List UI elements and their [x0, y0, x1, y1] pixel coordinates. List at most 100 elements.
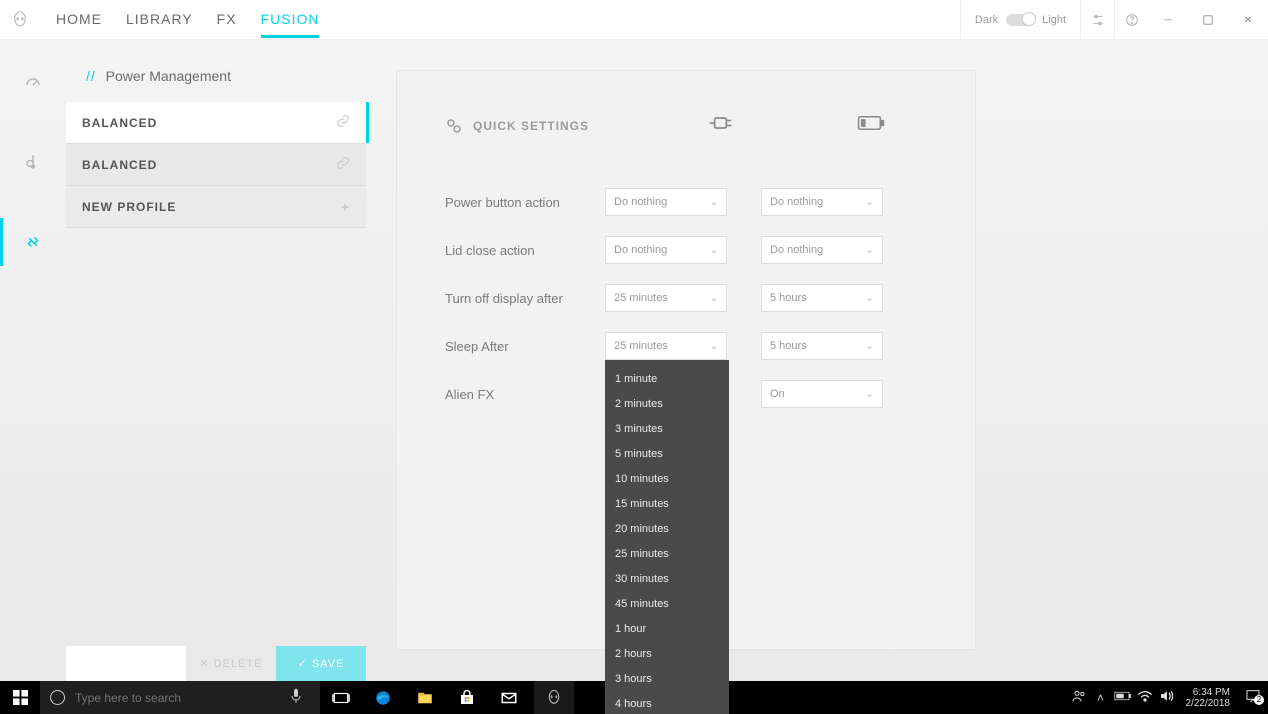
chevron-down-icon: ⌄ — [710, 293, 718, 304]
dropdown-option[interactable]: 25 minutes — [605, 541, 729, 566]
taskbar-alienware-app[interactable] — [534, 681, 574, 714]
breadcrumb-title: Power Management — [106, 68, 231, 84]
main-area: // Power Management BALANCED BALANCED NE… — [0, 40, 1268, 681]
profile-list: BALANCED BALANCED NEW PROFILE + — [66, 102, 366, 228]
main-tabs: HOME LIBRARY FX FUSION — [56, 1, 319, 38]
select-sleep-after-ac[interactable]: 25 minutes⌄ 1 minute2 minutes3 minutes5 … — [605, 332, 727, 360]
taskbar-edge-icon[interactable] — [362, 681, 404, 714]
profile-row-balanced-2[interactable]: BALANCED — [66, 144, 366, 186]
category-thermal-icon[interactable] — [0, 142, 66, 182]
tab-library[interactable]: LIBRARY — [126, 1, 193, 38]
sleep-after-dropdown: 1 minute2 minutes3 minutes5 minutes10 mi… — [605, 360, 729, 714]
quick-settings-card: QUICK SETTINGS Power button action Do — [396, 70, 976, 650]
tray-clock[interactable]: 6:34 PM 2/22/2018 — [1178, 687, 1239, 709]
taskbar-explorer-icon[interactable] — [404, 681, 446, 714]
chevron-down-icon: ⌄ — [710, 245, 718, 256]
dropdown-option[interactable]: 3 minutes — [605, 416, 729, 441]
system-tray: ˄ 6:34 PM 2/22/2018 2 — [1068, 681, 1268, 714]
tab-fusion[interactable]: FUSION — [261, 1, 320, 38]
quick-settings-title: QUICK SETTINGS — [445, 117, 589, 135]
help-icon[interactable] — [1114, 0, 1148, 40]
breadcrumb: // Power Management — [66, 62, 366, 102]
dropdown-option[interactable]: 2 hours — [605, 641, 729, 666]
dropdown-option[interactable]: 2 minutes — [605, 391, 729, 416]
window-maximize-button[interactable] — [1188, 0, 1228, 40]
dropdown-option[interactable]: 1 hour — [605, 616, 729, 641]
chevron-down-icon: ⌄ — [866, 389, 874, 400]
task-view-icon[interactable] — [320, 681, 362, 714]
category-power-icon[interactable] — [0, 222, 66, 262]
dropdown-option[interactable]: 10 minutes — [605, 466, 729, 491]
sidebar: // Power Management BALANCED BALANCED NE… — [66, 40, 366, 681]
category-overclock-icon[interactable] — [0, 62, 66, 102]
cortana-icon — [50, 690, 65, 705]
tray-chevron-up-icon[interactable]: ˄ — [1090, 691, 1112, 705]
window-minimize-button[interactable]: ─ — [1148, 0, 1188, 40]
delete-button[interactable]: ✕DELETE — [186, 646, 276, 681]
select-sleep-after-bat[interactable]: 5 hours⌄ — [761, 332, 883, 360]
settings-grid: Power button action Do nothing⌄ Do nothi… — [445, 178, 927, 418]
theme-toggle[interactable]: Dark Light — [960, 0, 1080, 40]
select-display-off-ac[interactable]: 25 minutes⌄ — [605, 284, 727, 312]
link-icon[interactable] — [336, 156, 350, 173]
select-power-button-bat[interactable]: Do nothing⌄ — [761, 188, 883, 216]
chevron-down-icon: ⌄ — [866, 197, 874, 208]
app-titlebar: HOME LIBRARY FX FUSION Dark Light ─ ✕ — [0, 0, 1268, 40]
dropdown-option[interactable]: 4 hours — [605, 691, 729, 714]
tab-home[interactable]: HOME — [56, 1, 102, 38]
setting-label: Power button action — [445, 195, 605, 210]
window-close-button[interactable]: ✕ — [1228, 0, 1268, 40]
row-sleep-after: Sleep After 25 minutes⌄ 1 minute2 minute… — [445, 322, 927, 370]
tray-volume-icon[interactable] — [1156, 689, 1178, 706]
row-lid-close: Lid close action Do nothing⌄ Do nothing⌄ — [445, 226, 927, 274]
link-icon[interactable] — [336, 114, 350, 131]
dropdown-option[interactable]: 30 minutes — [605, 566, 729, 591]
chevron-down-icon: ⌄ — [866, 245, 874, 256]
dropdown-option[interactable]: 45 minutes — [605, 591, 729, 616]
select-lid-close-ac[interactable]: Do nothing⌄ — [605, 236, 727, 264]
tray-wifi-icon[interactable] — [1134, 689, 1156, 706]
mic-icon[interactable] — [282, 688, 310, 707]
search-input[interactable] — [75, 691, 272, 705]
tray-battery-icon[interactable] — [1112, 690, 1134, 705]
setting-label: Sleep After — [445, 339, 605, 354]
select-power-button-ac[interactable]: Do nothing⌄ — [605, 188, 727, 216]
select-alien-fx-bat[interactable]: On⌄ — [761, 380, 883, 408]
chevron-down-icon: ⌄ — [710, 197, 718, 208]
taskbar-store-icon[interactable] — [446, 681, 488, 714]
dropdown-option[interactable]: 1 minute — [605, 366, 729, 391]
sidebar-actions: ✕DELETE ✓SAVE — [66, 646, 366, 681]
theme-switch[interactable] — [1006, 14, 1034, 26]
plugged-in-icon — [709, 113, 737, 138]
battery-icon — [857, 113, 885, 138]
dropdown-option[interactable]: 15 minutes — [605, 491, 729, 516]
dropdown-option[interactable]: 5 minutes — [605, 441, 729, 466]
alienware-logo — [0, 11, 40, 29]
select-display-off-bat[interactable]: 5 hours⌄ — [761, 284, 883, 312]
dropdown-option[interactable]: 20 minutes — [605, 516, 729, 541]
setting-label: Turn off display after — [445, 291, 605, 306]
taskbar-mail-icon[interactable] — [488, 681, 530, 714]
start-button[interactable] — [0, 681, 40, 714]
profile-label: BALANCED — [82, 116, 157, 130]
dropdown-option[interactable]: 3 hours — [605, 666, 729, 691]
profile-row-new[interactable]: NEW PROFILE + — [66, 186, 366, 228]
content-panel: QUICK SETTINGS Power button action Do — [366, 40, 1268, 681]
notification-badge: 2 — [1254, 695, 1264, 705]
save-button[interactable]: ✓SAVE — [276, 646, 366, 681]
plus-icon[interactable]: + — [341, 199, 350, 215]
chevron-down-icon: ⌄ — [710, 341, 718, 352]
chevron-down-icon: ⌄ — [866, 293, 874, 304]
settings-sliders-icon[interactable] — [1080, 0, 1114, 40]
tab-fx[interactable]: FX — [217, 1, 237, 38]
row-power-button: Power button action Do nothing⌄ Do nothi… — [445, 178, 927, 226]
theme-light-label: Light — [1042, 14, 1066, 26]
taskbar-search[interactable] — [40, 681, 320, 714]
category-rail — [0, 40, 66, 681]
tray-people-icon[interactable] — [1068, 688, 1090, 707]
tray-notifications-icon[interactable]: 2 — [1238, 688, 1268, 707]
chevron-down-icon: ⌄ — [866, 341, 874, 352]
setting-label: Lid close action — [445, 243, 605, 258]
profile-row-balanced-1[interactable]: BALANCED — [66, 102, 366, 144]
select-lid-close-bat[interactable]: Do nothing⌄ — [761, 236, 883, 264]
